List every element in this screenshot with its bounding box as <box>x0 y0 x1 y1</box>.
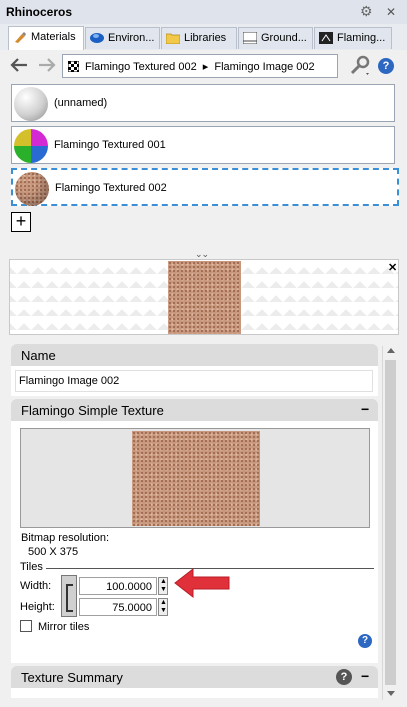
scroll-down-icon[interactable] <box>387 691 395 696</box>
collapse-icon[interactable]: − <box>361 668 369 684</box>
mirror-tiles-label: Mirror tiles <box>38 621 90 633</box>
material-swatch <box>15 172 49 206</box>
name-section-header[interactable]: Name <box>11 344 378 366</box>
material-swatch <box>14 87 48 121</box>
help-icon[interactable]: ? <box>336 669 352 685</box>
groundplane-icon <box>243 32 257 44</box>
paintbrush-icon <box>15 32 26 43</box>
tiles-label: Tiles <box>20 561 43 573</box>
materials-list: (unnamed) Flamingo Textured 001 Flamingo… <box>9 84 399 234</box>
bitmap-resolution-label: Bitmap resolution: <box>21 532 110 544</box>
collapse-icon[interactable]: − <box>361 401 369 417</box>
height-input[interactable]: 75.0000 <box>79 598 157 616</box>
list-item[interactable]: Flamingo Textured 001 <box>11 126 395 164</box>
mirror-tiles-checkbox[interactable] <box>20 620 32 632</box>
summary-section-header[interactable]: Texture Summary ? − <box>11 666 378 688</box>
bitmap-resolution-value: 500 X 375 <box>28 546 79 558</box>
height-label: Height: <box>20 601 55 613</box>
help-icon[interactable]: ? <box>378 58 394 74</box>
tab-flamingo[interactable]: Flaming... <box>314 27 392 49</box>
width-label: Width: <box>20 580 52 592</box>
width-stepper[interactable]: ▲ ▼ <box>158 577 168 595</box>
tab-label: Libraries <box>184 32 227 44</box>
breadcrumb-item-parent[interactable]: Flamingo Textured 002 <box>85 61 197 73</box>
window-title: Rhinoceros <box>6 5 73 19</box>
red-arrow-icon <box>174 567 230 599</box>
checker-icon <box>68 61 79 72</box>
add-material-button[interactable]: + <box>11 212 31 232</box>
close-icon[interactable]: ✕ <box>386 5 396 19</box>
texture-image[interactable] <box>132 431 260 526</box>
folder-icon <box>166 33 180 44</box>
tab-label: Flaming... <box>337 32 386 44</box>
tab-materials[interactable]: Materials <box>8 26 84 50</box>
breadcrumb-separator: ▸ <box>202 61 209 73</box>
summary-section-body <box>11 688 378 698</box>
material-label: Flamingo Textured 002 <box>55 182 167 194</box>
name-section-body: Flamingo Image 002 <box>11 366 378 396</box>
tab-libraries[interactable]: Libraries <box>161 27 237 49</box>
help-icon[interactable]: ? <box>358 634 372 648</box>
tab-label: Ground... <box>261 32 307 44</box>
forward-arrow-icon[interactable] <box>38 57 56 73</box>
texture-section-header[interactable]: Flamingo Simple Texture − <box>11 399 378 421</box>
material-label: Flamingo Textured 001 <box>54 139 166 151</box>
breadcrumb-item-current[interactable]: Flamingo Image 002 <box>214 61 314 73</box>
stepper-arrows-icon: ▲ ▼ <box>160 578 167 593</box>
tab-groundplane[interactable]: Ground... <box>238 27 313 49</box>
breadcrumb[interactable]: Flamingo Textured 002 ▸ Flamingo Image 0… <box>62 54 338 78</box>
texture-image-frame <box>20 428 370 528</box>
section-title: Flamingo Simple Texture <box>21 403 164 418</box>
aspect-lock-toggle[interactable] <box>61 575 77 617</box>
texture-section-body: Bitmap resolution: 500 X 375 Tiles Width… <box>11 421 378 663</box>
flamingo-icon <box>319 32 333 44</box>
tab-label: Materials <box>31 31 76 43</box>
stepper-arrows-icon: ▲ ▼ <box>160 599 167 614</box>
width-input[interactable]: 100.0000 <box>79 577 157 595</box>
height-stepper[interactable]: ▲ ▼ <box>158 598 168 616</box>
scroll-thumb[interactable] <box>385 360 396 685</box>
material-swatch <box>14 129 48 163</box>
window-titlebar: Rhinoceros ⚙ ✕ <box>0 0 407 25</box>
section-title: Texture Summary <box>21 670 123 685</box>
close-icon[interactable]: ✕ <box>388 261 397 274</box>
back-arrow-icon[interactable] <box>10 57 28 73</box>
environment-icon <box>90 33 104 43</box>
section-title: Name <box>21 348 56 363</box>
scrollbar[interactable] <box>382 346 399 700</box>
settings-gear-icon[interactable]: ⚙ <box>360 4 374 18</box>
material-label: (unnamed) <box>54 97 108 109</box>
texture-preview: ✕ <box>9 259 399 335</box>
tab-environments[interactable]: Environ... <box>85 27 160 49</box>
preview-image <box>168 261 241 334</box>
name-field[interactable]: Flamingo Image 002 <box>15 370 373 392</box>
panel-tabs: Materials Environ... Libraries Ground...… <box>0 24 407 50</box>
list-item[interactable]: (unnamed) <box>11 84 395 122</box>
lock-bracket-icon <box>66 584 73 612</box>
list-item[interactable]: Flamingo Textured 002 <box>11 168 399 206</box>
wrench-icon[interactable] <box>348 55 372 77</box>
scroll-up-icon[interactable] <box>387 348 395 353</box>
tab-label: Environ... <box>108 32 155 44</box>
